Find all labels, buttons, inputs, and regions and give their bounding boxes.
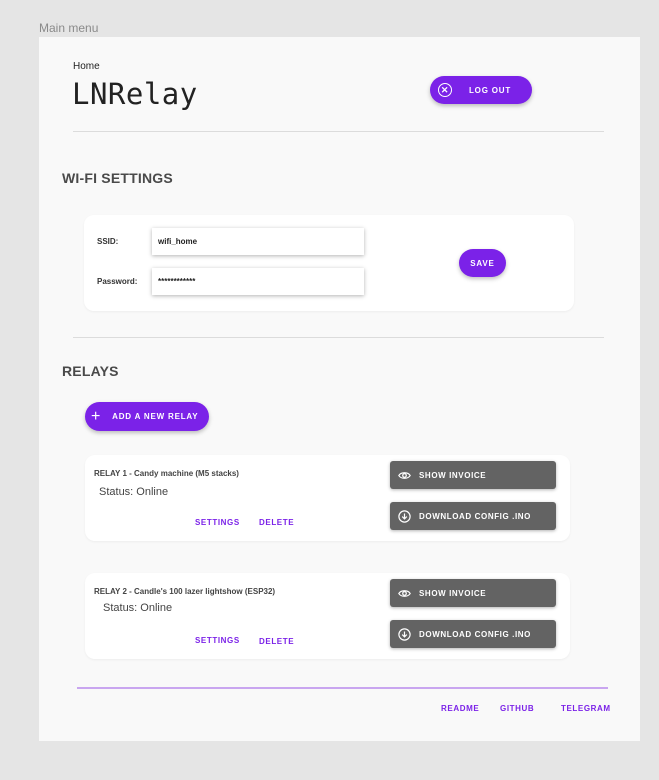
download-config-label: DOWNLOAD CONFIG .INO xyxy=(419,629,531,639)
password-field[interactable]: ************ xyxy=(152,268,364,295)
download-circle-icon xyxy=(398,509,411,523)
ssid-label: SSID: xyxy=(97,237,119,246)
show-invoice-button[interactable]: SHOW INVOICE xyxy=(390,579,556,607)
show-invoice-label: SHOW INVOICE xyxy=(419,588,487,598)
save-button[interactable]: SAVE xyxy=(459,249,506,277)
relay-description: - Candle's 100 lazer lightshow (ESP32) xyxy=(129,587,276,596)
page-title: LNRelay xyxy=(72,77,198,111)
relay-name: RELAY 1 xyxy=(94,469,127,478)
download-config-button[interactable]: DOWNLOAD CONFIG .INO xyxy=(390,620,556,648)
logout-label: LOG OUT xyxy=(469,85,512,95)
relay-card: RELAY 1 - Candy machine (M5 stacks) Stat… xyxy=(85,455,570,541)
wifi-divider xyxy=(73,337,604,338)
add-relay-label: ADD A NEW RELAY xyxy=(112,412,199,421)
plus-icon: + xyxy=(91,407,102,425)
footer-link-telegram[interactable]: TELEGRAM xyxy=(561,704,611,713)
show-invoice-label: SHOW INVOICE xyxy=(419,470,487,480)
relay-title: RELAY 1 - Candy machine (M5 stacks) xyxy=(94,469,239,478)
relay-title: RELAY 2 - Candle's 100 lazer lightshow (… xyxy=(94,587,275,596)
relay-status: Status: Online xyxy=(99,486,169,498)
relay-settings-link[interactable]: SETTINGS xyxy=(195,518,240,527)
relay-name: RELAY 2 xyxy=(94,587,127,596)
download-circle-icon xyxy=(398,627,411,641)
download-config-button[interactable]: DOWNLOAD CONFIG .INO xyxy=(390,502,556,530)
footer-divider xyxy=(77,687,608,689)
relay-delete-link[interactable]: DELETE xyxy=(259,637,294,646)
header-divider xyxy=(73,131,604,132)
main-page: Home LNRelay ✕ LOG OUT WI-FI SETTINGS SS… xyxy=(39,37,640,741)
relay-description: - Candy machine (M5 stacks) xyxy=(129,469,239,478)
relays-section-title: RELAYS xyxy=(62,363,119,379)
download-config-label: DOWNLOAD CONFIG .INO xyxy=(419,511,531,521)
wifi-settings-card: SSID: wifi_home Password: ************ S… xyxy=(84,215,574,311)
relay-delete-link[interactable]: DELETE xyxy=(259,518,294,527)
wifi-section-title: WI-FI SETTINGS xyxy=(62,170,173,186)
footer-link-readme[interactable]: README xyxy=(441,704,479,713)
footer-link-github[interactable]: GITHUB xyxy=(500,704,534,713)
logout-button[interactable]: ✕ LOG OUT xyxy=(430,76,532,104)
eye-icon xyxy=(398,587,411,600)
eye-icon xyxy=(398,469,411,482)
relay-settings-link[interactable]: SETTINGS xyxy=(195,636,240,645)
password-label: Password: xyxy=(97,277,138,286)
frame-label: Main menu xyxy=(39,21,99,35)
ssid-field[interactable]: wifi_home xyxy=(152,228,364,255)
breadcrumb[interactable]: Home xyxy=(73,61,100,72)
add-relay-button[interactable]: + ADD A NEW RELAY xyxy=(85,402,209,431)
relay-status: Status: Online xyxy=(103,602,173,614)
close-circle-icon: ✕ xyxy=(438,83,452,97)
show-invoice-button[interactable]: SHOW INVOICE xyxy=(390,461,556,489)
relay-card: RELAY 2 - Candle's 100 lazer lightshow (… xyxy=(85,573,570,659)
